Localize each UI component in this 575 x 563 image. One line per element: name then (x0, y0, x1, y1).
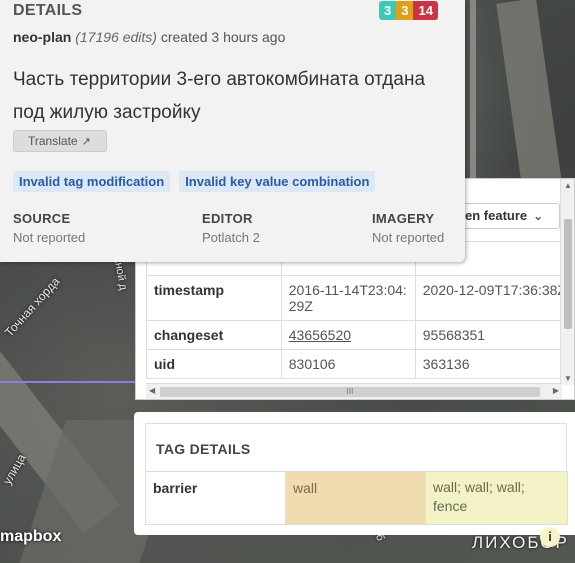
scrollbar-thumb[interactable] (564, 219, 572, 329)
horizontal-scrollbar[interactable]: ◀ III ▶ (146, 383, 562, 399)
external-link-icon: ↗ (81, 136, 91, 148)
details-panel: DETAILS 3 3 14 neo-plan (17196 edits) cr… (0, 0, 465, 262)
tag-table: barrier wall wall; wall; wall; fence (145, 471, 568, 525)
chevron-down-icon: ⌄ (532, 208, 544, 223)
changeset-comment: Часть территории 3-его автокомбината отд… (13, 69, 426, 123)
source-value: Not reported (13, 230, 86, 245)
tag-new-value: wall; wall; wall; fence (425, 471, 568, 525)
table-row: barrier wall wall; wall; wall; fence (145, 471, 568, 525)
row-key: uid (146, 349, 282, 379)
row-key: changeset (146, 320, 282, 350)
changeset-link[interactable]: 43656520 (289, 327, 351, 343)
scrollbar-thumb[interactable]: III (160, 387, 540, 397)
source-meta: SOURCE Not reported (13, 211, 85, 245)
editor-value: Potlatch 2 (202, 230, 260, 245)
imagery-label: IMAGERY (372, 211, 435, 226)
table-row: uid 830106 363136 (146, 349, 574, 379)
table-row: timestamp 2016-11-14T23:04:29Z 2020-12-0… (146, 275, 574, 321)
editor-label: EDITOR (202, 211, 253, 226)
user-edit-count: (17196 edits) (75, 29, 157, 45)
change-count-badges: 3 3 14 (379, 1, 438, 20)
created-time: created 3 hours ago (160, 29, 286, 45)
user-link[interactable]: neo-plan (13, 29, 71, 45)
imagery-value: Not reported (372, 230, 445, 245)
flag-list: Invalid tag modification Invalid key val… (13, 171, 376, 192)
flag-tag[interactable]: Invalid tag modification (13, 171, 171, 192)
source-label: SOURCE (13, 211, 71, 226)
feature-select-label: en feature (465, 208, 528, 223)
scroll-right-icon[interactable]: ▶ (553, 386, 559, 395)
scroll-down-icon[interactable]: ▼ (564, 374, 572, 383)
editor-meta: EDITOR Potlatch 2 (202, 211, 260, 245)
map-street-label: кной д (111, 256, 130, 292)
scroll-up-icon[interactable]: ▲ (564, 181, 572, 190)
tag-key: barrier (145, 471, 286, 525)
translate-button[interactable]: Translate ↗ (13, 130, 107, 152)
details-title: DETAILS (13, 2, 83, 19)
changeset-line[interactable] (0, 381, 140, 383)
row-old-value: 2016-11-14T23:04:29Z (280, 275, 416, 321)
feature-select-dropdown[interactable]: en feature ⌄ (456, 203, 560, 229)
row-new-value: 363136 (414, 349, 574, 379)
imagery-meta: IMAGERY Not reported (372, 211, 444, 245)
translate-label: Translate (28, 134, 78, 148)
vertical-scrollbar[interactable]: ▲ ▼ (560, 179, 574, 385)
row-key: timestamp (146, 275, 282, 321)
changeset-byline: neo-plan (17196 edits) created 3 hours a… (13, 29, 285, 45)
added-count-badge: 3 (379, 1, 397, 20)
deleted-count-badge: 14 (413, 1, 438, 20)
scroll-left-icon[interactable]: ◀ (149, 386, 155, 395)
tag-details-title: TAG DETAILS (145, 423, 567, 471)
map-road (496, 0, 564, 202)
tag-old-value: wall (285, 471, 426, 525)
map-street-label: улица (0, 451, 29, 487)
row-new-value: 95568351 (414, 320, 574, 350)
row-old-value: 830106 (280, 349, 416, 379)
map-street-label: Точная хорда (2, 274, 63, 340)
table-row: changeset 43656520 95568351 (146, 320, 574, 350)
row-new-value: 2020-12-09T17:36:38Z (414, 275, 574, 321)
mapbox-logo[interactable]: mapbox (0, 528, 61, 546)
flag-tag[interactable]: Invalid key value combination (179, 171, 376, 192)
info-icon[interactable]: i (540, 527, 560, 547)
modified-count-badge: 3 (396, 1, 414, 20)
tag-details-panel: TAG DETAILS barrier wall wall; wall; wal… (134, 412, 575, 535)
map-road (470, 0, 476, 180)
